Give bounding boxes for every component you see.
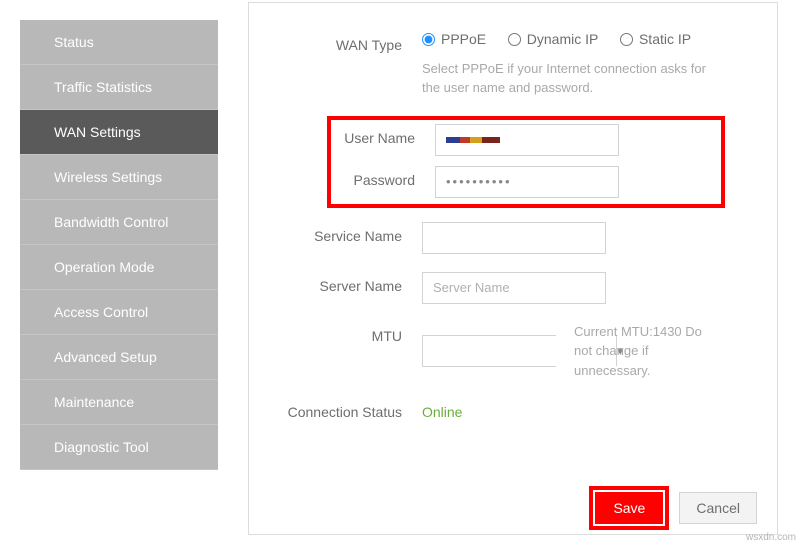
row-service-name: Service Name bbox=[267, 222, 759, 254]
server-name-label: Server Name bbox=[267, 272, 422, 294]
sidebar-item-label: Access Control bbox=[54, 304, 148, 320]
footer-buttons: Save Cancel bbox=[595, 492, 757, 524]
row-server-name: Server Name bbox=[267, 272, 759, 304]
radio-static-ip[interactable]: Static IP bbox=[620, 31, 691, 47]
sidebar-item-bandwidth-control[interactable]: Bandwidth Control bbox=[20, 200, 218, 245]
row-connection-status: Connection Status Online bbox=[267, 398, 759, 420]
masked-segment bbox=[446, 137, 460, 143]
password-field[interactable] bbox=[435, 166, 619, 198]
service-name-field[interactable] bbox=[422, 222, 606, 254]
sidebar-item-wan-settings[interactable]: WAN Settings bbox=[20, 110, 218, 155]
sidebar-item-wireless-settings[interactable]: Wireless Settings bbox=[20, 155, 218, 200]
sidebar-item-status[interactable]: Status bbox=[20, 20, 218, 65]
sidebar-item-label: Maintenance bbox=[54, 394, 134, 410]
sidebar-item-label: Traffic Statistics bbox=[54, 79, 152, 95]
row-password: Password bbox=[335, 166, 713, 198]
credentials-highlight: User Name Password bbox=[327, 116, 725, 208]
wan-type-radio-group: PPPoE Dynamic IP Static IP bbox=[422, 31, 709, 49]
radio-pppoe-input[interactable] bbox=[422, 33, 435, 46]
sidebar-item-label: Diagnostic Tool bbox=[54, 439, 149, 455]
username-label: User Name bbox=[335, 124, 435, 146]
radio-pppoe[interactable]: PPPoE bbox=[422, 31, 486, 47]
watermark: wsxdn.com bbox=[746, 532, 796, 543]
sidebar-item-label: Operation Mode bbox=[54, 259, 154, 275]
sidebar-item-label: Bandwidth Control bbox=[54, 214, 168, 230]
mtu-spinner[interactable]: ▾ bbox=[422, 335, 556, 367]
mtu-note: Current MTU:1430 Do not change if unnece… bbox=[574, 322, 714, 381]
radio-dynamic-ip[interactable]: Dynamic IP bbox=[508, 31, 599, 47]
sidebar-item-diagnostic-tool[interactable]: Diagnostic Tool bbox=[20, 425, 218, 470]
radio-label: Static IP bbox=[639, 31, 691, 47]
sidebar-item-label: WAN Settings bbox=[54, 124, 141, 140]
masked-segment bbox=[470, 137, 482, 143]
save-button[interactable]: Save bbox=[595, 492, 663, 524]
connection-status-label: Connection Status bbox=[267, 398, 422, 420]
settings-panel: WAN Type PPPoE Dynamic IP Static IP Sele… bbox=[248, 2, 778, 535]
row-username: User Name bbox=[335, 124, 713, 156]
mtu-label: MTU bbox=[267, 322, 422, 344]
sidebar: Status Traffic Statistics WAN Settings W… bbox=[20, 20, 218, 470]
sidebar-item-access-control[interactable]: Access Control bbox=[20, 290, 218, 335]
username-field[interactable] bbox=[435, 124, 619, 156]
sidebar-item-advanced-setup[interactable]: Advanced Setup bbox=[20, 335, 218, 380]
masked-segment bbox=[460, 137, 470, 143]
sidebar-item-traffic-statistics[interactable]: Traffic Statistics bbox=[20, 65, 218, 110]
connection-status-value: Online bbox=[422, 398, 462, 420]
radio-label: Dynamic IP bbox=[527, 31, 599, 47]
service-name-label: Service Name bbox=[267, 222, 422, 244]
sidebar-item-operation-mode[interactable]: Operation Mode bbox=[20, 245, 218, 290]
radio-static-input[interactable] bbox=[620, 33, 633, 46]
sidebar-item-maintenance[interactable]: Maintenance bbox=[20, 380, 218, 425]
password-label: Password bbox=[335, 166, 435, 188]
sidebar-item-label: Advanced Setup bbox=[54, 349, 157, 365]
wan-type-hint: Select PPPoE if your Internet connection… bbox=[422, 59, 712, 98]
server-name-field[interactable] bbox=[422, 272, 606, 304]
sidebar-item-label: Wireless Settings bbox=[54, 169, 162, 185]
radio-dynamic-input[interactable] bbox=[508, 33, 521, 46]
sidebar-item-label: Status bbox=[54, 34, 94, 50]
row-wan-type: WAN Type PPPoE Dynamic IP Static IP Sele… bbox=[267, 31, 759, 98]
cancel-button[interactable]: Cancel bbox=[679, 492, 757, 524]
masked-segment bbox=[482, 137, 500, 143]
row-mtu: MTU ▾ Current MTU:1430 Do not change if … bbox=[267, 322, 759, 381]
wan-type-label: WAN Type bbox=[267, 31, 422, 53]
radio-label: PPPoE bbox=[441, 31, 486, 47]
